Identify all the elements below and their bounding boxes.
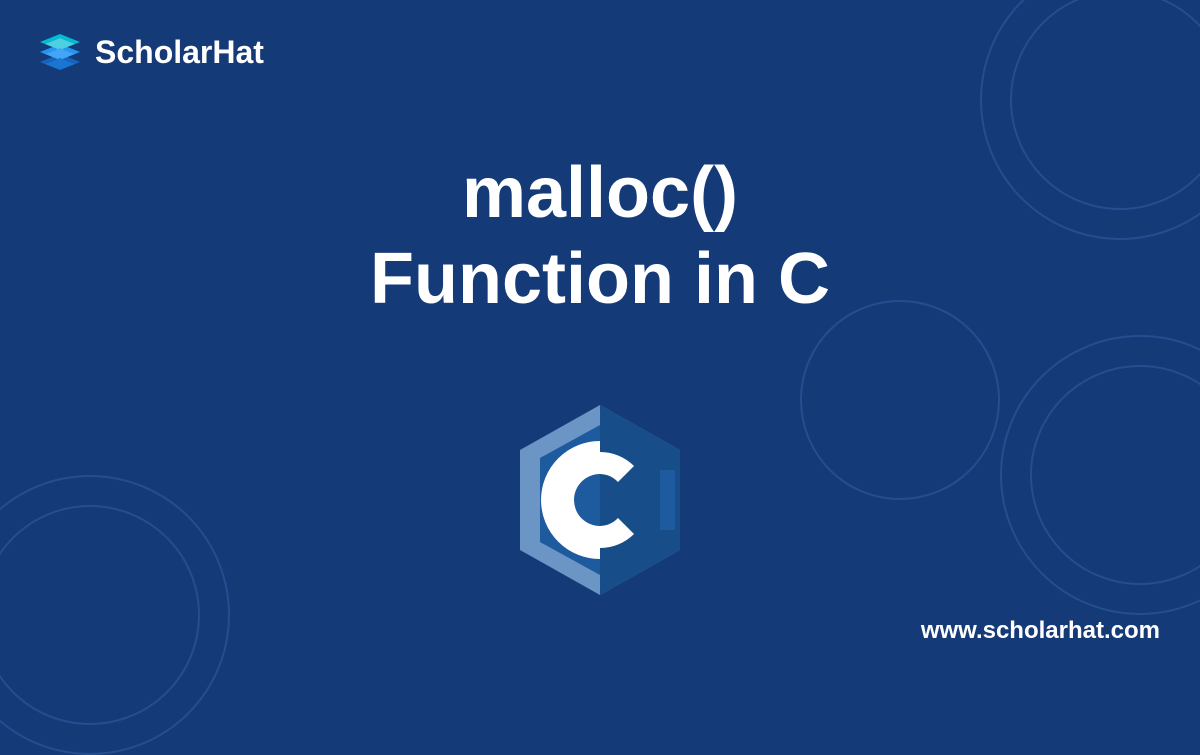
- title-line-1: malloc(): [0, 150, 1200, 236]
- title-line-2: Function in C: [0, 236, 1200, 322]
- scholarhat-icon: [35, 30, 85, 75]
- page-title: malloc() Function in C: [0, 150, 1200, 323]
- brand-logo: ScholarHat: [35, 30, 264, 75]
- website-url: www.scholarhat.com: [921, 617, 1160, 645]
- brand-name: ScholarHat: [95, 34, 264, 71]
- c-language-icon: [510, 400, 690, 600]
- decoration-circle: [800, 300, 1000, 500]
